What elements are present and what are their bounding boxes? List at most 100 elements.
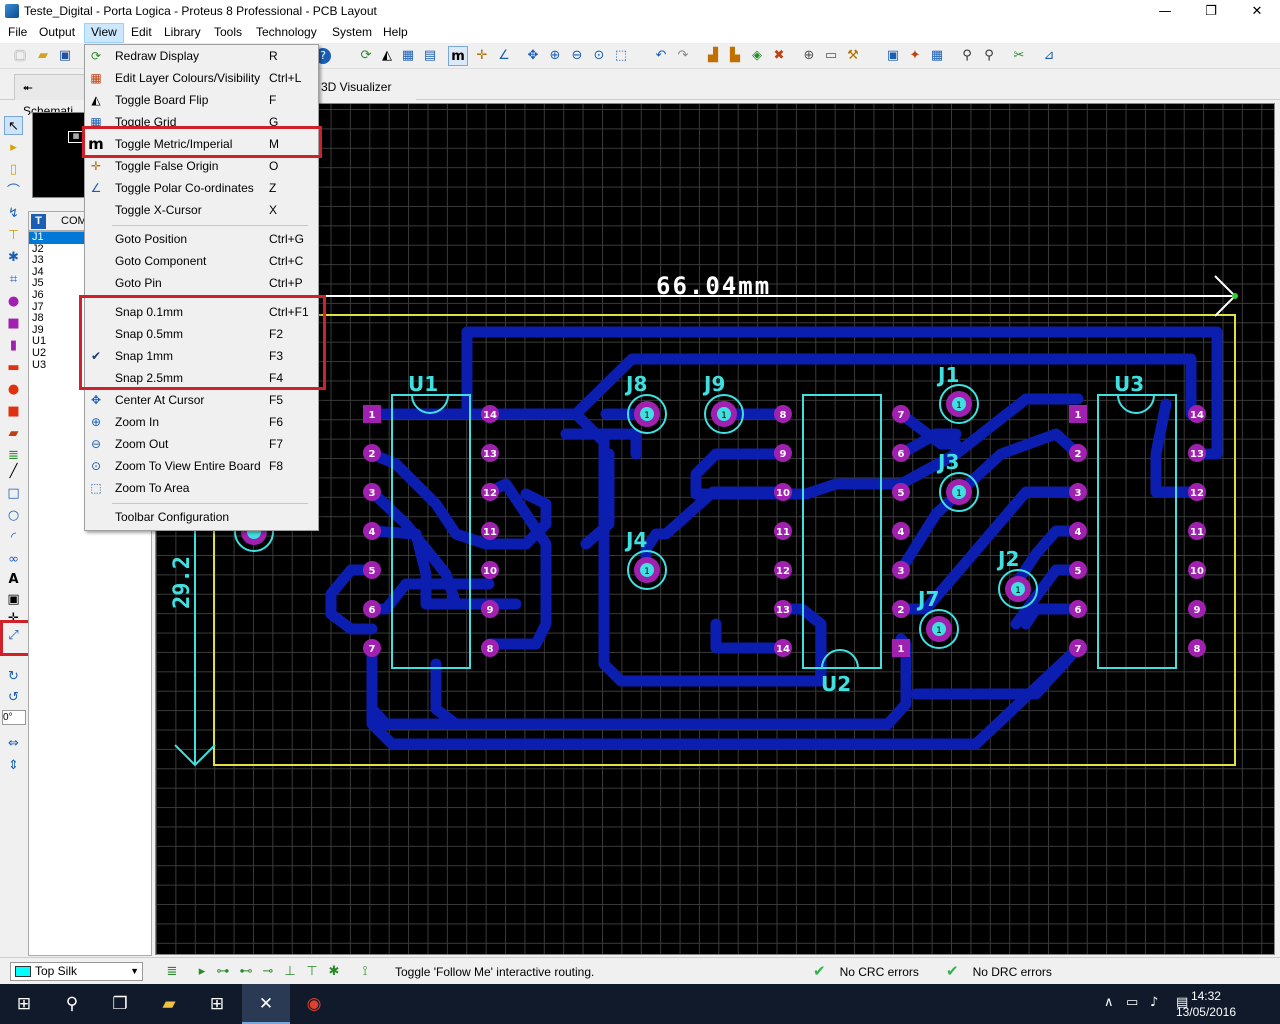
menu-item-toggle-x-cursor[interactable]: Toggle X-Cursor X <box>85 199 318 221</box>
netlist-icon[interactable]: ✂ <box>1009 46 1029 66</box>
zoom-all-icon[interactable]: ⊙ <box>589 46 609 66</box>
layer-selector[interactable]: Top Silk ▼ <box>10 962 143 981</box>
route-stub-icon[interactable]: ⊥ <box>280 962 300 982</box>
tray-chevron-icon[interactable]: ∧ <box>1104 995 1114 1010</box>
network-icon[interactable]: ▭ <box>1126 995 1138 1010</box>
store-icon[interactable]: ⊞ <box>193 984 241 1024</box>
system-clock[interactable]: 14:32 13/05/2016 <box>1176 988 1236 1020</box>
line-tool-icon[interactable]: ╱ <box>4 462 23 481</box>
route-branch-icon[interactable]: ⊷ <box>236 962 256 982</box>
follow-me-icon[interactable]: ⟟ <box>355 962 375 982</box>
proteus-taskbar-icon[interactable]: ✕ <box>242 984 290 1024</box>
arc-tool-icon[interactable]: ◜ <box>4 528 23 547</box>
origin-icon[interactable]: ✛ <box>472 46 492 66</box>
menu-item-snap-1mm[interactable]: ✔ Snap 1mm F3 <box>85 345 318 367</box>
zoom-in-icon[interactable]: ⊕ <box>545 46 565 66</box>
menu-item-zoom-entire-board[interactable]: ⊙ Zoom To View Entire Board F8 <box>85 455 318 477</box>
menu-file[interactable]: File <box>2 23 33 43</box>
search-replace-icon[interactable]: ⚲ <box>979 46 999 66</box>
layers-icon[interactable]: ▤ <box>420 46 440 66</box>
zoom-area-icon[interactable]: ⬚ <box>611 46 631 66</box>
symbol-tool-icon[interactable]: ▣ <box>4 590 23 609</box>
pan-icon[interactable]: ✥ <box>523 46 543 66</box>
pcb-editing-canvas[interactable]: 66.04mm 29.2 U1 U2 U3 1 1 1 1 1 1 1 J8 J… <box>155 103 1275 955</box>
route-star-icon[interactable]: ✱ <box>324 962 344 982</box>
rotation-angle-input[interactable] <box>2 710 26 725</box>
dimension-tool-icon[interactable]: ⤢ <box>4 626 23 645</box>
menu-item-toggle-grid[interactable]: ▦ Toggle Grid G <box>85 111 318 133</box>
track-mode-icon[interactable]: ⌒ <box>4 182 23 201</box>
windows-start-icon[interactable]: ⊞ <box>0 984 48 1024</box>
menu-item-toggle-polar[interactable]: ∠ Toggle Polar Co-ordinates Z <box>85 177 318 199</box>
tab-3d-visualizer[interactable]: 3D Visualizer ✕ <box>312 74 416 118</box>
mirror-vertical-icon[interactable]: ⇕ <box>4 756 23 775</box>
metric-toggle-icon[interactable]: m <box>448 46 468 66</box>
search-icon[interactable]: ⚲ <box>48 984 96 1024</box>
menu-item-snap-0-1mm[interactable]: Snap 0.1mm Ctrl+F1 <box>85 301 318 323</box>
minimize-button[interactable]: — <box>1142 0 1188 23</box>
rotate-ccw-icon[interactable]: ↺ <box>4 688 23 707</box>
refresh-icon[interactable]: ⟳ <box>356 46 376 66</box>
selection-mode-icon[interactable]: ↖ <box>4 116 23 135</box>
package-icon[interactable]: ▭ <box>821 46 841 66</box>
tool-icon[interactable]: ⚒ <box>843 46 863 66</box>
text-mode-icon[interactable]: T <box>31 214 46 229</box>
volume-icon[interactable]: ♪ <box>1150 995 1158 1010</box>
menu-item-toolbar-configuration[interactable]: Toolbar Configuration <box>85 506 318 528</box>
path-tool-icon[interactable]: ∞ <box>4 550 23 569</box>
maximize-button[interactable]: ❐ <box>1188 0 1234 23</box>
polar-icon[interactable]: ∠ <box>494 46 514 66</box>
menu-tools[interactable]: Tools <box>208 23 248 43</box>
copy-icon[interactable]: ▙ <box>725 46 745 66</box>
layer-stack-icon[interactable]: ≣ <box>162 962 182 982</box>
route-icon[interactable]: ▸ <box>192 962 212 982</box>
autoplace-icon[interactable]: ✦ <box>905 46 925 66</box>
menu-item-edit-layer-colours[interactable]: ▦ Edit Layer Colours/Visibility Ctrl+L <box>85 67 318 89</box>
menu-output[interactable]: Output <box>33 23 81 43</box>
menu-edit[interactable]: Edit <box>125 23 158 43</box>
round-pad-icon[interactable]: ● <box>4 292 23 311</box>
cut-icon[interactable]: ▟ <box>703 46 723 66</box>
padstack-icon[interactable]: ▰ <box>4 424 23 443</box>
ratsnest-mode-icon[interactable]: ✱ <box>4 248 23 267</box>
text-tool-icon[interactable]: A <box>4 570 23 589</box>
route-t-icon[interactable]: ⊤ <box>302 962 322 982</box>
tab-schematic[interactable]: ⯬ Schemati <box>14 74 88 118</box>
menu-item-zoom-out[interactable]: ⊖ Zoom Out F7 <box>85 433 318 455</box>
drc-status[interactable]: ✔ No DRC errors <box>946 962 1052 981</box>
circle-pad-icon[interactable]: ● <box>4 380 23 399</box>
menu-view[interactable]: View <box>84 23 124 43</box>
autoroute-icon[interactable]: ▦ <box>927 46 947 66</box>
zone-mode-icon[interactable]: ⊤ <box>4 226 23 245</box>
via-mode-icon[interactable]: ↯ <box>4 204 23 223</box>
menu-item-toggle-metric-imperial[interactable]: m Toggle Metric/Imperial M <box>85 133 318 155</box>
task-view-icon[interactable]: ❐ <box>96 984 144 1024</box>
mirror-horizontal-icon[interactable]: ⇔ <box>4 734 23 753</box>
route-via-icon[interactable]: ⊸ <box>258 962 278 982</box>
menu-help[interactable]: Help <box>377 23 414 43</box>
place-icon[interactable]: ▣ <box>883 46 903 66</box>
file-explorer-icon[interactable]: ▰ <box>145 984 193 1024</box>
menu-item-center-at-cursor[interactable]: ✥ Center At Cursor F5 <box>85 389 318 411</box>
package-mode-icon[interactable]: ▯ <box>4 160 23 179</box>
menu-item-toggle-false-origin[interactable]: ✛ Toggle False Origin O <box>85 155 318 177</box>
rotate-cw-icon[interactable]: ↻ <box>4 667 23 686</box>
zoom-out-icon[interactable]: ⊖ <box>567 46 587 66</box>
connectivity-icon[interactable]: ⌗ <box>4 270 23 289</box>
undo-icon[interactable]: ↶ <box>651 46 671 66</box>
menu-item-snap-0-5mm[interactable]: Snap 0.5mm F2 <box>85 323 318 345</box>
menu-item-goto-component[interactable]: Goto Component Ctrl+C <box>85 250 318 272</box>
route-pad-icon[interactable]: ⊶ <box>213 962 233 982</box>
menu-item-snap-2-5mm[interactable]: Snap 2.5mm F4 <box>85 367 318 389</box>
open-folder-icon[interactable]: ▰ <box>33 46 53 66</box>
smt-pad-icon[interactable]: ■ <box>4 402 23 421</box>
save-icon[interactable]: ▣ <box>55 46 75 66</box>
flip-icon[interactable]: ◭ <box>377 46 397 66</box>
circle-tool-icon[interactable]: ○ <box>4 506 23 525</box>
dil-pad-icon[interactable]: ▮ <box>4 336 23 355</box>
component-mode-icon[interactable]: ▸ <box>4 138 23 157</box>
search-icon[interactable]: ⚲ <box>957 46 977 66</box>
menu-library[interactable]: Library <box>158 23 207 43</box>
menu-item-zoom-in[interactable]: ⊕ Zoom In F6 <box>85 411 318 433</box>
delete-icon[interactable]: ✖ <box>769 46 789 66</box>
